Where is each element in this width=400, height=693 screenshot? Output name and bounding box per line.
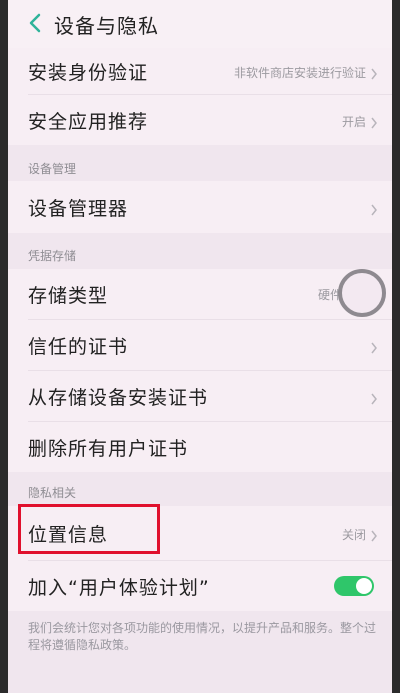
- section-header-device-management: 设备管理: [28, 162, 77, 176]
- chevron-right-icon: [370, 65, 378, 80]
- chevron-left-icon[interactable]: [26, 12, 46, 34]
- highlight-annotation: [18, 504, 160, 554]
- row-label: 删除所有用户证书: [28, 438, 189, 460]
- toggle-knob: [356, 578, 372, 594]
- row-value: 开启: [341, 115, 366, 129]
- row-label: 信任的证书: [28, 336, 129, 358]
- chevron-right-icon: [370, 339, 378, 354]
- row-label: 加入“用户体验计划”: [28, 577, 210, 599]
- ux-program-toggle[interactable]: [334, 576, 374, 596]
- row-label: 存储类型: [28, 285, 109, 307]
- row-label: 从存储设备安装证书: [28, 387, 209, 409]
- section-header-credential-storage: 凭据存储: [28, 249, 77, 263]
- screen-bezel-right: [392, 0, 400, 693]
- section-gap: 设备管理: [8, 145, 392, 181]
- footer-note: 我们会统计您对各项功能的使用情况，以提升产品和服务。整个过程将遵循隐私政策。: [28, 621, 377, 652]
- row-install-verification[interactable]: 安装身份验证 非软件商店安装进行验证: [8, 48, 392, 94]
- row-trusted-certs[interactable]: 信任的证书: [8, 320, 392, 370]
- page-title: 设备与隐私: [54, 14, 159, 38]
- row-label: 设备管理器: [28, 198, 129, 220]
- row-install-from-storage[interactable]: 从存储设备安装证书: [8, 371, 392, 421]
- settings-screen: 设备与隐私 安装身份验证 非软件商店安装进行验证 安全应用推荐 开启 设备管理 …: [8, 0, 392, 693]
- section-header-privacy: 隐私相关: [28, 486, 77, 500]
- chevron-right-icon: [370, 390, 378, 405]
- chevron-right-icon: [370, 114, 378, 129]
- app-header: 设备与隐私: [8, 0, 392, 48]
- chevron-right-icon: [370, 527, 378, 542]
- row-security-app-recommend[interactable]: 安全应用推荐 开启: [8, 95, 392, 145]
- touch-indicator: [338, 269, 386, 317]
- section-gap: 凭据存储: [8, 233, 392, 269]
- chevron-right-icon: [370, 201, 378, 216]
- row-value: 关闭: [341, 528, 366, 542]
- section-gap: 隐私相关: [8, 472, 392, 506]
- row-storage-type[interactable]: 存储类型 硬件: [8, 269, 392, 319]
- screen-bezel-left: [0, 0, 8, 693]
- row-value: 非软件商店安装进行验证: [233, 66, 366, 80]
- row-label: 安装身份验证: [28, 62, 149, 84]
- row-label: 安全应用推荐: [28, 111, 149, 133]
- row-delete-user-certs[interactable]: 删除所有用户证书: [8, 422, 392, 472]
- row-device-admin[interactable]: 设备管理器: [8, 181, 392, 233]
